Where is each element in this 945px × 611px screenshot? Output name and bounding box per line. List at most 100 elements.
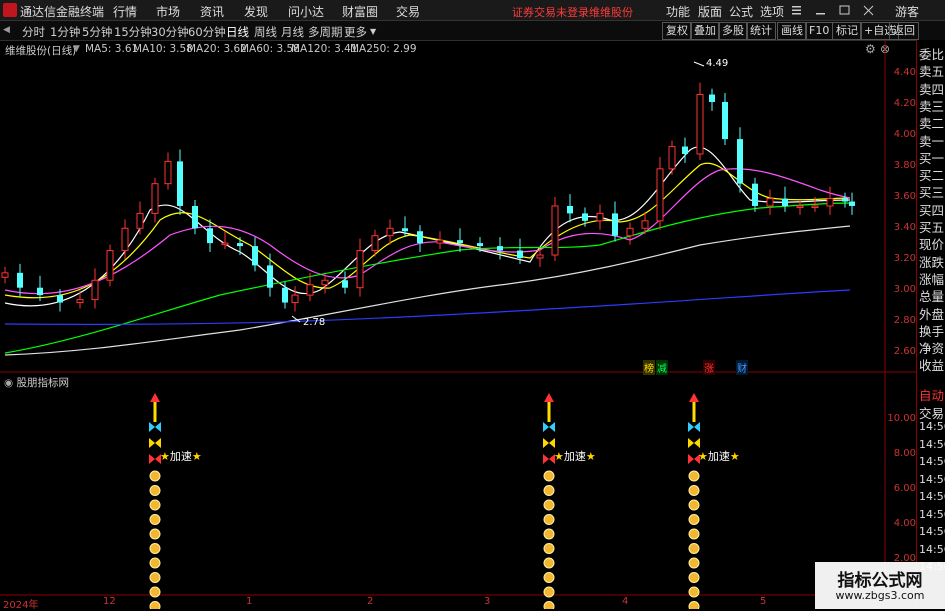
side-panel-item[interactable]: 买三 — [919, 182, 944, 201]
period-monthly[interactable]: 月线 — [281, 24, 304, 40]
candle-body[interactable] — [668, 146, 676, 170]
btn-stats[interactable]: 统计 — [746, 22, 776, 40]
candle-body[interactable] — [682, 146, 688, 154]
candle-body[interactable] — [752, 183, 758, 206]
period-15min[interactable]: 15分钟 — [114, 24, 152, 40]
menu-trade[interactable]: 交易 — [396, 3, 420, 20]
btn-adjust[interactable]: 复权 — [662, 22, 692, 40]
candle-body[interactable] — [567, 205, 573, 214]
candle-body[interactable] — [76, 299, 84, 304]
menu-discover[interactable]: 发现 — [244, 3, 268, 20]
candle-body[interactable] — [612, 213, 618, 236]
signal-column[interactable] — [149, 393, 161, 609]
user-guest[interactable]: 游客 — [895, 3, 919, 20]
menu-layout[interactable]: 版面 — [698, 3, 722, 20]
maximize-icon[interactable] — [839, 5, 850, 15]
candle-body[interactable] — [371, 235, 379, 252]
btn-mark[interactable]: 标记 — [832, 22, 862, 40]
candle-body[interactable] — [826, 198, 834, 207]
candle-body[interactable] — [237, 243, 243, 247]
candle-body[interactable] — [386, 227, 394, 237]
candle-body[interactable] — [356, 250, 364, 289]
candle-body[interactable] — [91, 279, 99, 301]
candle-body[interactable] — [342, 280, 348, 288]
side-panel-item[interactable]: 净资 — [919, 338, 944, 357]
menu-icon[interactable] — [792, 6, 801, 15]
candle-body[interactable] — [207, 228, 213, 244]
period-1min[interactable]: 1分钟 — [50, 24, 80, 40]
candle-body[interactable] — [796, 205, 804, 208]
menu-news[interactable]: 资讯 — [200, 3, 224, 20]
side-panel-item[interactable]: 14:56 — [919, 455, 945, 468]
candle-body[interactable] — [1, 272, 9, 278]
side-panel-item[interactable]: 14:56 — [919, 473, 945, 486]
close-icon[interactable] — [863, 5, 874, 16]
minimize-icon[interactable] — [816, 13, 825, 15]
candle-body[interactable] — [121, 227, 129, 252]
btn-f10[interactable]: F10 — [805, 22, 834, 40]
event-badge-finance[interactable]: 财 — [736, 360, 748, 375]
side-panel-item[interactable]: 卖五 — [919, 61, 944, 80]
btn-draw[interactable]: 画线 — [777, 22, 807, 40]
candle-body[interactable] — [551, 205, 559, 256]
candle-body[interactable] — [252, 246, 258, 266]
side-panel-item[interactable]: 14:56 — [919, 438, 945, 451]
menu-formula[interactable]: 公式 — [729, 3, 753, 20]
candle-body[interactable] — [192, 205, 198, 229]
period-multi[interactable]: 多周期 — [308, 24, 343, 40]
side-panel-item[interactable]: 14:56 — [919, 508, 945, 521]
candle-body[interactable] — [766, 198, 774, 207]
candle-body[interactable] — [306, 284, 314, 296]
menu-quotes[interactable]: 行情 — [113, 3, 137, 20]
side-panel-item[interactable]: 卖一 — [919, 131, 944, 150]
side-panel-item[interactable]: 卖四 — [919, 79, 944, 98]
candle-body[interactable] — [709, 94, 715, 102]
side-panel-item[interactable]: 买五 — [919, 217, 944, 236]
candle-body[interactable] — [582, 213, 588, 221]
side-panel-item[interactable]: 14:56 — [919, 543, 945, 556]
candle-body[interactable] — [782, 198, 788, 206]
side-panel-item[interactable]: 买二 — [919, 165, 944, 184]
candle-body[interactable] — [811, 205, 819, 208]
candle-body[interactable] — [267, 265, 273, 288]
side-panel-item[interactable]: 买一 — [919, 148, 944, 167]
candle-body[interactable] — [37, 287, 43, 296]
indicator-toggle-icon[interactable]: ◉ — [4, 377, 13, 389]
side-panel-item[interactable]: 14:56 — [919, 420, 945, 433]
menu-function[interactable]: 功能 — [666, 3, 690, 20]
candle-body[interactable] — [497, 246, 503, 251]
candle-body[interactable] — [477, 243, 483, 247]
candle-body[interactable] — [291, 294, 299, 304]
candle-body[interactable] — [402, 228, 408, 232]
btn-back[interactable]: 返回 — [889, 22, 919, 40]
candle-body[interactable] — [626, 227, 634, 237]
candle-body[interactable] — [321, 279, 329, 286]
candle-body[interactable] — [849, 201, 855, 206]
candle-body[interactable] — [177, 161, 183, 206]
side-panel-item[interactable]: 委比 — [919, 44, 944, 63]
candle-body[interactable] — [436, 239, 444, 244]
candle-body[interactable] — [696, 94, 704, 155]
candle-body[interactable] — [722, 101, 728, 140]
candle-body[interactable] — [57, 295, 63, 303]
signal-column[interactable] — [543, 393, 555, 609]
period-more[interactable]: 更多 — [344, 24, 367, 40]
side-panel-item[interactable]: 自动 — [919, 385, 944, 404]
candle-body[interactable] — [656, 168, 664, 222]
candle-body[interactable] — [164, 160, 172, 185]
candle-body[interactable] — [106, 250, 114, 281]
candle-body[interactable] — [842, 198, 848, 202]
period-daily[interactable]: 日线 — [226, 24, 249, 40]
candle-body[interactable] — [417, 231, 423, 244]
period-60min[interactable]: 60分钟 — [188, 24, 226, 40]
event-badge-reduce[interactable]: 减 — [656, 360, 668, 375]
menu-fortune[interactable]: 财富圈 — [342, 3, 378, 20]
toolbar-arrow-icon[interactable]: ◀ — [3, 25, 10, 35]
side-panel-item[interactable]: 买四 — [919, 200, 944, 219]
period-5min[interactable]: 5分钟 — [82, 24, 112, 40]
side-panel-item[interactable]: 交易 — [919, 403, 944, 422]
candle-body[interactable] — [737, 139, 743, 184]
login-notice[interactable]: 证券交易未登录 — [512, 4, 589, 20]
candle-body[interactable] — [136, 212, 144, 229]
side-panel-item[interactable]: 收益 — [919, 355, 944, 374]
